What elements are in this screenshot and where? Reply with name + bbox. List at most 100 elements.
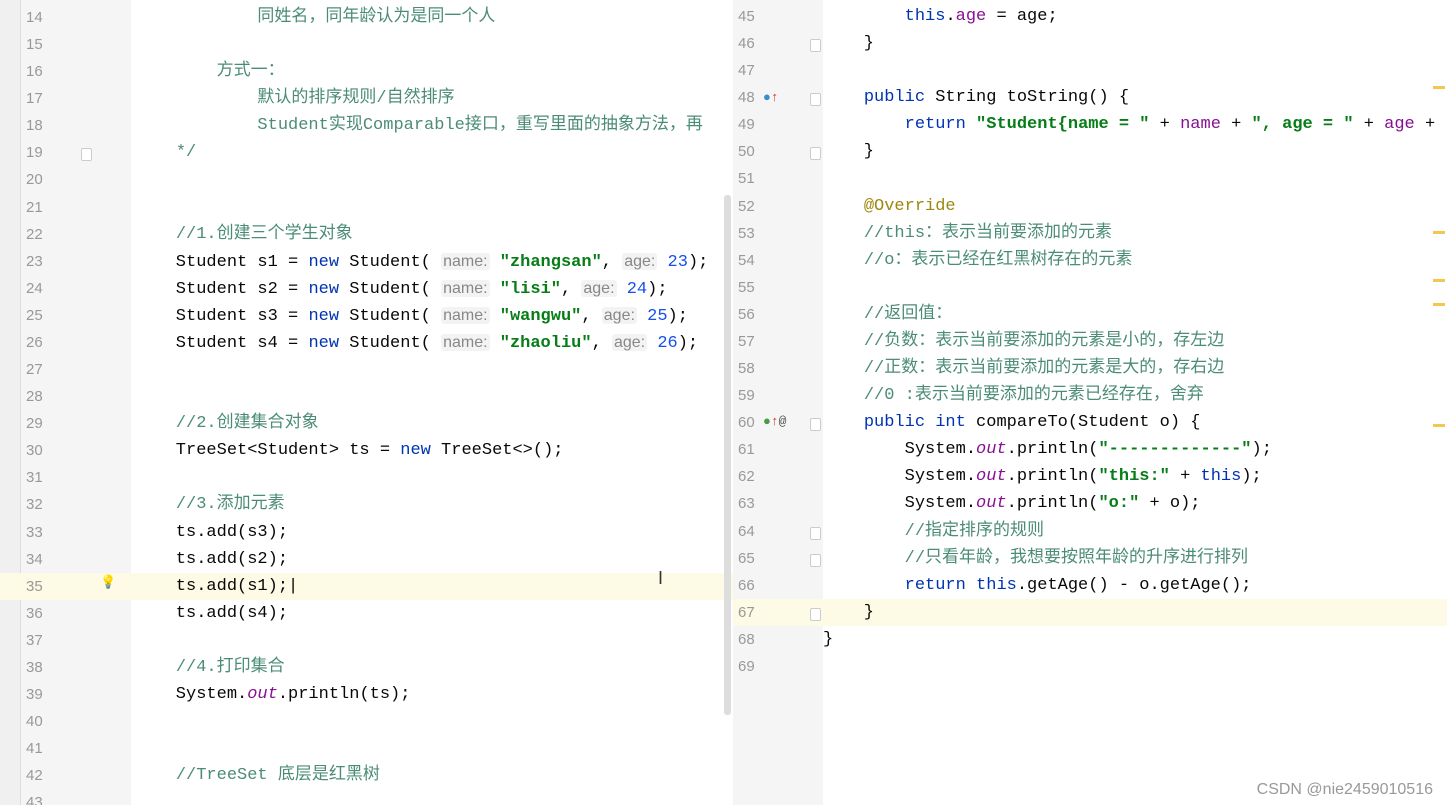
code-line[interactable]: 49 return "Student{name = " + name + ", … <box>733 111 1447 138</box>
code-line[interactable]: 50 } <box>733 138 1447 165</box>
token-ital: out <box>976 494 1007 514</box>
code-line[interactable]: 43 <box>0 789 733 805</box>
line-number: 24 <box>26 279 43 297</box>
token-kw: this <box>1200 467 1242 487</box>
code-line[interactable]: 39 System.out.println(ts); <box>0 681 733 708</box>
fold-marker-icon[interactable] <box>810 93 821 106</box>
code-line[interactable]: 20 <box>0 166 733 193</box>
code-line[interactable]: 33 ts.add(s3); <box>0 519 733 546</box>
code-line[interactable]: 41 <box>0 735 733 762</box>
code-line[interactable]: 52 @Override <box>733 193 1447 220</box>
fold-marker-icon[interactable] <box>81 148 92 161</box>
line-number: 19 <box>26 144 43 162</box>
code-line[interactable]: 67 } <box>733 598 1447 626</box>
code-line[interactable]: 18 Student实现Comparable接口，重写里面的抽象方法，再 <box>0 112 733 139</box>
error-stripe-marker[interactable] <box>1433 86 1445 89</box>
code-line[interactable]: 47 <box>733 57 1447 84</box>
token-str: "this:" <box>1098 467 1170 487</box>
code-line[interactable]: 40 <box>0 708 733 735</box>
code-line[interactable]: 27 <box>0 356 733 383</box>
code-line[interactable]: 42 //TreeSet 底层是红黑树 <box>0 762 733 789</box>
token-pl: Student( <box>339 252 442 272</box>
code-line[interactable]: 68} <box>733 626 1447 653</box>
implements-up-icon[interactable]: ●↑@ <box>763 414 786 429</box>
token-pl: String toString() { <box>925 88 1130 108</box>
code-line[interactable]: 23 Student s1 = new Student( name: "zhan… <box>0 248 733 275</box>
code-line[interactable]: 38 //4.打印集合 <box>0 654 733 681</box>
code-line[interactable]: 56 //返回值： <box>733 301 1447 328</box>
line-number: 49 <box>738 116 755 134</box>
code-line[interactable]: 64 //指定排序的规则 <box>733 518 1447 545</box>
code-line[interactable]: 30 TreeSet<Student> ts = new TreeSet<>()… <box>0 437 733 464</box>
code-line[interactable]: 29 //2.创建集合对象 <box>0 410 733 437</box>
code-line[interactable]: 26 Student s4 = new Student( name: "zhao… <box>0 329 733 356</box>
code-line[interactable]: 32 //3.添加元素 <box>0 491 733 518</box>
code-line[interactable]: 37 <box>0 627 733 654</box>
token-pl: + <box>1169 467 1201 487</box>
code-line[interactable]: 60 public int compareTo(Student o) { <box>733 409 1447 436</box>
code-text: System.out.println("o:" + o); <box>823 490 1201 517</box>
fold-marker-icon[interactable] <box>810 527 821 540</box>
fold-marker-icon[interactable] <box>810 147 821 160</box>
code-line[interactable]: 16 方式一： <box>0 58 733 85</box>
override-up-icon[interactable]: ●↑ <box>763 90 779 105</box>
code-line[interactable]: 36 ts.add(s4); <box>0 600 733 627</box>
code-line[interactable]: 24 Student s2 = new Student( name: "lisi… <box>0 275 733 302</box>
code-line[interactable]: 61 System.out.println("-------------"); <box>733 436 1447 463</box>
right-editor-pane[interactable]: 45 this.age = age; 46 } 47 48 public String… <box>733 0 1447 805</box>
line-number: 53 <box>738 224 755 242</box>
code-text: System.out.println("this:" + this); <box>823 463 1262 490</box>
code-line[interactable]: 59 //0 :表示当前要添加的元素已经存在，舍弃 <box>733 382 1447 409</box>
code-line[interactable]: 66 return this.getAge() - o.getAge(); <box>733 572 1447 599</box>
token-str: "o:" <box>1098 494 1140 514</box>
fold-marker-icon[interactable] <box>810 554 821 567</box>
fold-marker-icon[interactable] <box>810 418 821 431</box>
token-fld: name <box>1180 115 1221 135</box>
line-number: 37 <box>26 631 43 649</box>
fold-marker-icon[interactable] <box>810 608 821 621</box>
code-line[interactable]: 22 //1.创建三个学生对象 <box>0 221 733 248</box>
code-line[interactable]: 62 System.out.println("this:" + this); <box>733 463 1447 490</box>
error-stripe-marker[interactable] <box>1433 303 1445 306</box>
fold-marker-icon[interactable] <box>810 39 821 52</box>
code-line[interactable]: 46 } <box>733 30 1447 57</box>
code-line[interactable]: 28 <box>0 383 733 410</box>
code-line[interactable]: 53 //this：表示当前要添加的元素 <box>733 220 1447 247</box>
code-line[interactable]: 48 public String toString() { <box>733 84 1447 111</box>
code-line[interactable]: 45 this.age = age; <box>733 3 1447 30</box>
code-line[interactable]: 25 Student s3 = new Student( name: "wang… <box>0 302 733 329</box>
code-line[interactable]: 17 默认的排序规则/自然排序 <box>0 85 733 112</box>
token-pl: TreeSet<>(); <box>430 441 564 461</box>
error-stripe-marker[interactable] <box>1433 231 1445 234</box>
code-line[interactable]: 21 <box>0 194 733 221</box>
code-line[interactable]: 69 <box>733 653 1447 680</box>
code-line[interactable]: 57 //负数：表示当前要添加的元素是小的，存左边 <box>733 328 1447 355</box>
code-line[interactable]: 31 <box>0 464 733 491</box>
lightbulb-icon[interactable]: 💡 <box>100 575 116 590</box>
code-text: //2.创建集合对象 <box>135 410 319 437</box>
line-number: 56 <box>738 305 755 323</box>
code-line[interactable]: 54 //o：表示已经在红黑树存在的元素 <box>733 247 1447 274</box>
code-line[interactable]: 14 同姓名，同年龄认为是同一个人 <box>0 4 733 31</box>
token-kw: return <box>904 115 966 135</box>
code-text: public String toString() { <box>823 84 1129 111</box>
code-line[interactable]: 34 ts.add(s2); <box>0 546 733 573</box>
code-line[interactable]: 19 */ <box>0 139 733 166</box>
line-number: 32 <box>26 496 43 514</box>
code-line[interactable]: 63 System.out.println("o:" + o); <box>733 490 1447 517</box>
code-line[interactable]: 51 <box>733 165 1447 192</box>
code-line[interactable]: 58 //正数：表示当前要添加的元素是大的，存右边 <box>733 355 1447 382</box>
error-stripe-marker[interactable] <box>1433 424 1445 427</box>
left-editor-pane[interactable]: 14 同姓名，同年龄认为是同一个人 15 16 方式一： 17 默认的排序规则/自然排… <box>0 0 734 805</box>
code-line[interactable]: 55 <box>733 274 1447 301</box>
token-hint: name: <box>441 279 490 297</box>
code-line[interactable]: 65 //只看年龄，我想要按照年龄的升序进行排列 <box>733 545 1447 572</box>
left-scrollbar[interactable] <box>724 195 731 715</box>
error-stripe-marker[interactable] <box>1433 279 1445 282</box>
line-number: 63 <box>738 495 755 513</box>
code-line[interactable]: 15 <box>0 31 733 58</box>
